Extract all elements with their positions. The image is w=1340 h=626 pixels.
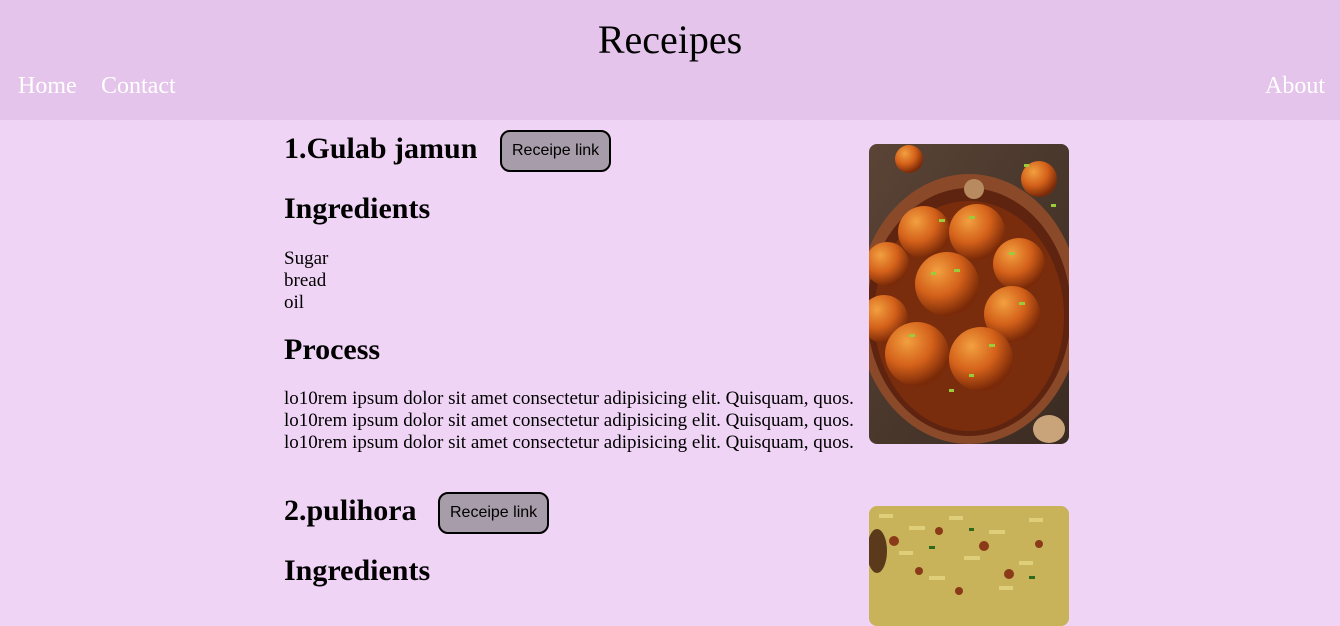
ingredients-list: Sugar bread oil [284,248,328,314]
ingredient-item: Sugar [284,248,329,269]
recipe-title: 2.pulihora [284,494,417,527]
site-header: Receipes Home Contact About [0,0,1340,120]
ingredient-item: bread [284,270,327,291]
recipe-title: 1.Gulab jamun [284,132,478,165]
recipe-link-button[interactable]: Receipe link [438,492,550,534]
process-line: lo10rem ipsum dolor sit amet consectetur… [284,432,854,453]
nav-contact-link[interactable]: Contact [101,72,176,100]
nav-home-link[interactable]: Home [18,72,77,100]
ingredient-item: oil [284,292,305,313]
process-line: lo10rem ipsum dolor sit amet consectetur… [284,388,854,409]
ingredients-heading: Ingredients [284,192,431,225]
pulihora-photo [869,506,1069,626]
site-title: Receipes [597,17,743,62]
recipe-card: 1.Gulab jamun Receipe link Ingredients S… [284,130,1084,472]
process-line: lo10rem ipsum dolor sit amet consectetur… [284,410,854,431]
nav-about-link[interactable]: About [1265,72,1325,100]
process-heading: Process [284,333,381,366]
recipe-card: 2.pulihora Receipe link Ingredients [284,492,1084,626]
recipe-link-button[interactable]: Receipe link [500,130,612,172]
gulab-jamun-photo [869,144,1069,444]
ingredients-heading: Ingredients [284,554,431,587]
process-text: lo10rem ipsum dolor sit amet consectetur… [284,388,904,454]
